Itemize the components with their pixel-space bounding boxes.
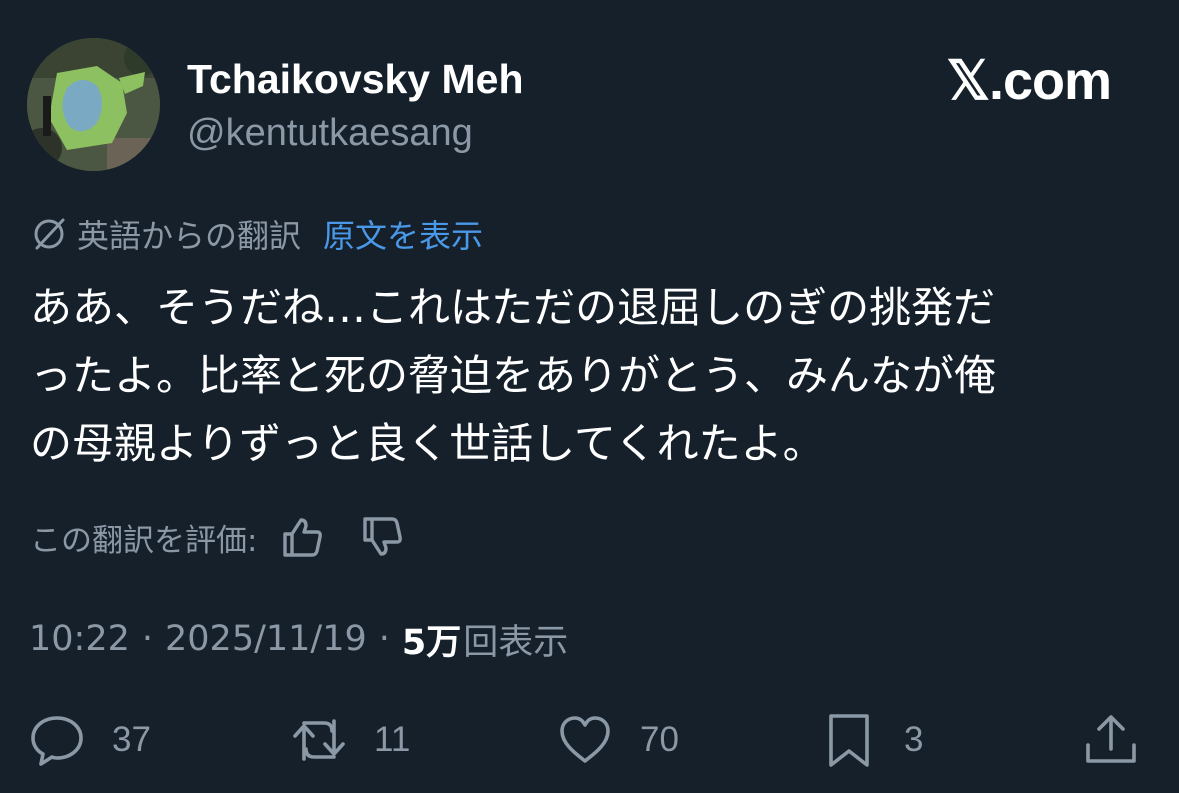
translation-label: 英語からの翻訳 (77, 217, 302, 255)
bookmark-icon (829, 714, 869, 767)
x-logo: 𝕏.com (946, 51, 1112, 111)
show-original-link[interactable]: 原文を表示 (323, 211, 483, 257)
views-label: 回表示 (463, 622, 569, 663)
tweet-text-line: ああ、そうだね…これはただの退屈しのぎの挑発だ (30, 283, 996, 332)
share-icon (1086, 715, 1136, 763)
thumbs-down-icon[interactable] (359, 513, 407, 561)
reply-button[interactable]: 37 (28, 708, 151, 772)
repost-icon (293, 719, 345, 761)
rate-translation-label: この翻訳を評価: (30, 522, 258, 559)
tweet-date[interactable]: 2025/11/19 (165, 619, 367, 659)
tweet-meta: 10:22 · 2025/11/19 · 5万 回表示 (29, 614, 568, 664)
views-count: 5万 (401, 622, 462, 663)
meta-separator: · (378, 619, 390, 659)
thumbs-up-icon[interactable] (279, 513, 327, 561)
translate-icon (34, 218, 65, 250)
meta-separator: · (141, 619, 154, 659)
author-display-name[interactable]: Tchaikovsky Meh (187, 56, 524, 102)
bookmark-count: 3 (904, 720, 924, 759)
repost-button[interactable]: 11 (290, 708, 410, 772)
tweet-time[interactable]: 10:22 (29, 619, 130, 659)
reply-count: 37 (112, 720, 151, 759)
rate-translation-row: この翻訳を評価: (30, 511, 439, 563)
reply-icon (31, 716, 83, 766)
avatar-image (27, 38, 160, 171)
repost-count: 11 (374, 720, 411, 759)
share-button[interactable] (1082, 708, 1140, 772)
translation-row: 英語からの翻訳 原文を表示 (29, 212, 483, 256)
tweet-text-line: の母親よりずっと良く世話してくれたよ。 (30, 419, 825, 468)
like-button[interactable]: 70 (556, 708, 679, 772)
like-count: 70 (640, 720, 679, 759)
avatar[interactable] (27, 38, 160, 171)
tweet-text-line: ったよ。比率と死の脅迫をありがとう、みんなが俺 (30, 351, 997, 400)
heart-icon (560, 716, 610, 763)
bookmark-button[interactable]: 3 (820, 708, 923, 772)
tweet-text: ああ、そうだね…これはただの退屈しのぎの挑発だ ったよ。比率と死の脅迫をありがと… (30, 274, 1140, 478)
author-handle[interactable]: @kentutkaesang (187, 111, 473, 155)
